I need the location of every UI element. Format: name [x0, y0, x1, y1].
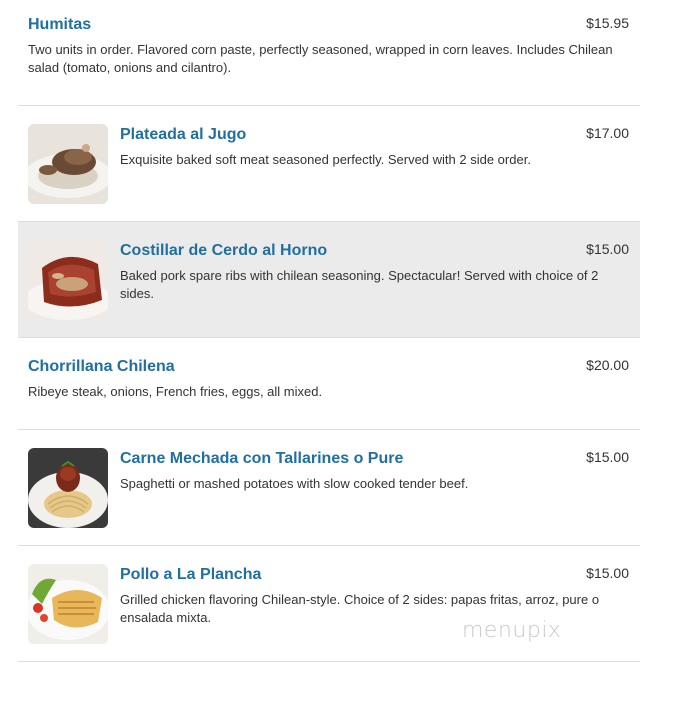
dish-photo[interactable] — [28, 448, 108, 528]
dish-photo[interactable] — [28, 124, 108, 204]
item-name[interactable]: Costillar de Cerdo al Horno — [120, 242, 327, 260]
item-price: $20.00 — [586, 357, 629, 373]
item-name[interactable]: Carne Mechada con Tallarines o Pure — [120, 450, 403, 468]
item-description: Baked pork spare ribs with chilean seaso… — [120, 268, 599, 301]
item-price: $15.00 — [586, 241, 629, 257]
menu-item-costillar[interactable]: Costillar de Cerdo al Horno $15.00 Baked… — [18, 222, 640, 338]
dish-photo[interactable] — [28, 240, 108, 320]
item-price: $15.00 — [586, 565, 629, 581]
item-price: $15.00 — [586, 449, 629, 465]
item-name[interactable]: Plateada al Jugo — [120, 126, 246, 144]
menu-item-humitas[interactable]: Humitas $15.95 Two units in order. Flavo… — [18, 0, 640, 106]
item-price: $15.95 — [586, 15, 629, 31]
item-description: Ribeye steak, onions, French fries, eggs… — [28, 384, 323, 399]
menu-item-pollo[interactable]: Pollo a La Plancha $15.00 Grilled chicke… — [18, 546, 640, 662]
item-description: Exquisite baked soft meat seasoned perfe… — [120, 152, 531, 167]
item-name[interactable]: Pollo a La Plancha — [120, 566, 261, 584]
menu-list: Humitas $15.95 Two units in order. Flavo… — [18, 0, 640, 662]
item-description: Two units in order. Flavored corn paste,… — [28, 42, 613, 75]
menu-item-plateada[interactable]: Plateada al Jugo $17.00 Exquisite baked … — [18, 106, 640, 222]
item-price: $17.00 — [586, 125, 629, 141]
dish-photo[interactable] — [28, 564, 108, 644]
item-name[interactable]: Humitas — [28, 16, 91, 34]
item-name[interactable]: Chorrillana Chilena — [28, 358, 175, 376]
menu-item-carne-mechada[interactable]: Carne Mechada con Tallarines o Pure $15.… — [18, 430, 640, 546]
menu-item-chorrillana[interactable]: Chorrillana Chilena $20.00 Ribeye steak,… — [18, 338, 640, 430]
item-description: Spaghetti or mashed potatoes with slow c… — [120, 476, 469, 491]
menupix-watermark: menupix — [462, 618, 562, 643]
